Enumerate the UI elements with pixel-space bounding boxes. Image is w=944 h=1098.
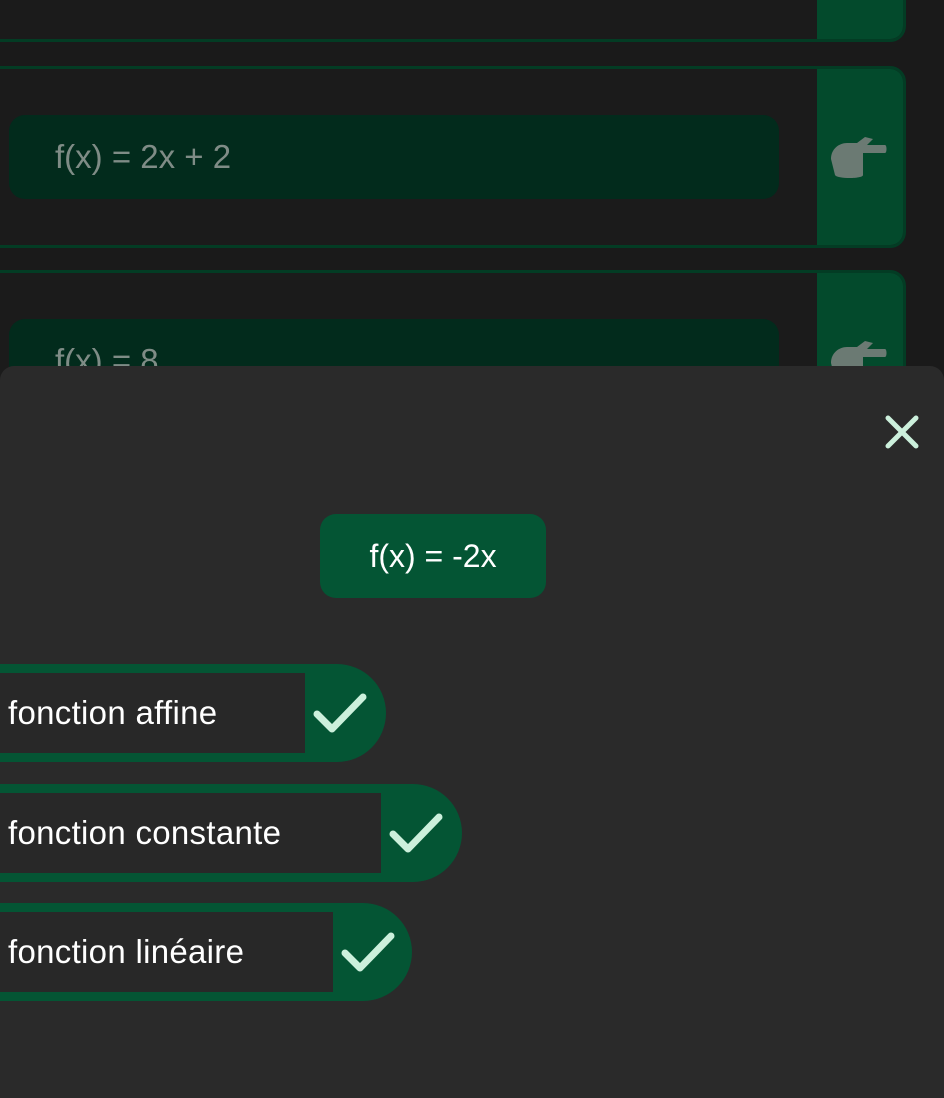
- close-icon: [885, 415, 919, 449]
- card-action-area[interactable]: [817, 69, 903, 245]
- option-fonction-affine[interactable]: fonction affine: [0, 664, 386, 762]
- option-label: fonction linéaire: [0, 909, 336, 995]
- option-fonction-constante[interactable]: fonction constante: [0, 784, 462, 882]
- app-screen: f(x) = 2x + 2 f(x) = 8 f(x) = -2x foncti…: [0, 0, 944, 1098]
- option-label: fonction constante: [0, 790, 384, 876]
- option-fonction-lineaire[interactable]: fonction linéaire: [0, 903, 412, 1001]
- close-button[interactable]: [880, 410, 924, 454]
- card-action-area[interactable]: [817, 0, 903, 39]
- option-label: fonction affine: [0, 670, 308, 756]
- formula-pill[interactable]: f(x) = 2x + 2: [9, 115, 779, 199]
- exercise-card-partial: [0, 0, 906, 42]
- pointing-hand-icon: [831, 137, 887, 178]
- check-icon: [341, 932, 395, 972]
- check-icon: [389, 813, 443, 853]
- target-formula: f(x) = -2x: [320, 514, 546, 598]
- check-icon: [313, 693, 367, 733]
- exercise-card: f(x) = 2x + 2: [0, 66, 906, 248]
